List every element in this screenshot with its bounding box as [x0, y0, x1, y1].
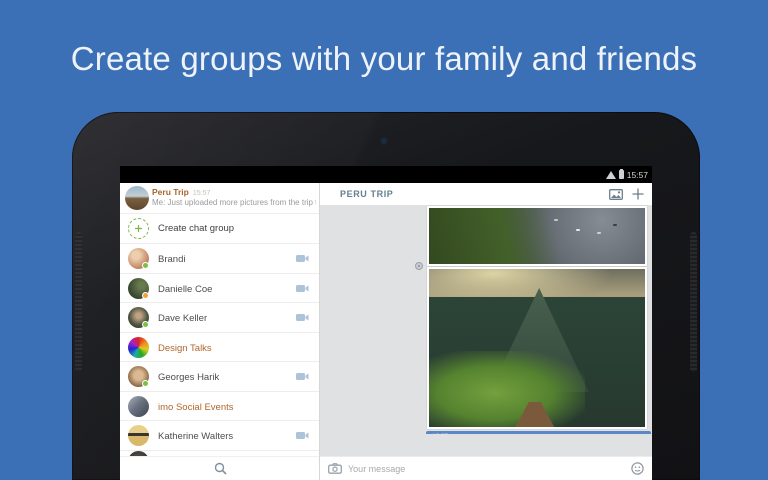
contact-row-dave-keller[interactable]: Dave Keller [120, 303, 319, 333]
chat-name: Peru Trip [152, 187, 189, 197]
message-area: 15:57 Just uploaded more pictures from t… [320, 205, 652, 434]
message-input[interactable] [348, 463, 625, 474]
message-timestamp: 15:57 [432, 433, 645, 434]
conversation-header: PERU TRIP [320, 183, 652, 205]
contact-name: Brandi [158, 254, 186, 265]
online-status-badge [142, 380, 149, 387]
speaker-grille-left [75, 232, 82, 372]
group-row-design-talks[interactable]: Design Talks [120, 333, 319, 362]
create-chat-group-button[interactable]: Create chat group [120, 214, 319, 244]
video-call-icon[interactable] [296, 284, 309, 293]
avatar [128, 425, 149, 446]
emoji-icon[interactable] [631, 462, 644, 475]
contact-row-georges-harik[interactable]: Georges Harik [120, 362, 319, 392]
video-call-icon[interactable] [296, 254, 309, 263]
conversation-title: PERU TRIP [340, 189, 394, 199]
group-name: Design Talks [158, 342, 212, 354]
front-camera-icon [381, 138, 387, 144]
car-detail [554, 219, 559, 222]
speaker-grille-right [690, 232, 697, 372]
plus-icon [128, 218, 149, 239]
avatar [128, 336, 149, 358]
video-call-icon[interactable] [296, 431, 309, 440]
seen-indicator [415, 262, 423, 270]
battery-icon [618, 168, 624, 179]
add-icon[interactable] [632, 188, 644, 200]
car-detail [597, 231, 602, 234]
photo-machu-picchu [429, 269, 645, 427]
imo-app: Peru Trip 15:57 Me: Just uploaded more pi… [120, 183, 652, 480]
promo-banner: Create groups with your family and frien… [0, 0, 768, 113]
sent-message-bubble[interactable]: 15:57 Just uploaded more pictures from t… [426, 431, 651, 434]
photo-message[interactable] [427, 206, 647, 266]
gallery-icon[interactable] [609, 188, 623, 200]
search-icon[interactable] [214, 462, 227, 475]
message-composer [320, 456, 652, 480]
video-call-icon[interactable] [296, 313, 309, 322]
contact-name: Katherine Walters [158, 431, 234, 442]
contact-name: Danielle Coe [158, 283, 213, 295]
contact-name: Georges Harik [158, 372, 220, 383]
contact-row-brandi[interactable]: Brandi [120, 244, 319, 274]
chat-list-item-peru-trip[interactable]: Peru Trip 15:57 Me: Just uploaded more pi… [120, 183, 319, 214]
contact-row-katherine-walters[interactable]: Katherine Walters [120, 421, 319, 451]
chat-list-panel: Peru Trip 15:57 Me: Just uploaded more pi… [120, 183, 320, 480]
contact-name: Dave Keller [158, 313, 208, 324]
contact-row-danielle-coe[interactable]: Danielle Coe [120, 274, 319, 303]
group-name: imo Social Events [158, 401, 234, 413]
avatar [125, 186, 149, 210]
chat-timestamp: 15:57 [192, 190, 211, 197]
car-detail [575, 229, 580, 232]
wifi-icon [605, 170, 616, 179]
online-status-badge [142, 262, 149, 269]
tablet-device: 15:57 Peru Trip 15:57 Me: Just uploaded m… [72, 112, 700, 480]
create-chat-group-label: Create chat group [158, 223, 235, 234]
video-call-icon[interactable] [296, 372, 309, 381]
search-bar [120, 456, 319, 480]
avatar [128, 395, 149, 417]
photo-coastal-road [429, 208, 645, 264]
status-time: 15:57 [626, 169, 648, 180]
chat-preview: Me: Just uploaded more pictures from the… [152, 198, 316, 207]
conversation-panel: PERU TRIP Your message [320, 183, 652, 480]
car-detail [612, 223, 617, 226]
group-row-imo-social-events[interactable]: imo Social Events [120, 392, 319, 421]
camera-icon[interactable] [328, 463, 342, 474]
banner-title: Create groups with your family and frien… [70, 40, 698, 77]
tablet-screen: 15:57 Peru Trip 15:57 Me: Just uploaded m… [120, 166, 652, 480]
away-status-badge [142, 291, 149, 299]
status-bar: 15:57 [120, 166, 652, 183]
online-status-badge [142, 321, 149, 328]
photo-message[interactable] [427, 267, 647, 429]
